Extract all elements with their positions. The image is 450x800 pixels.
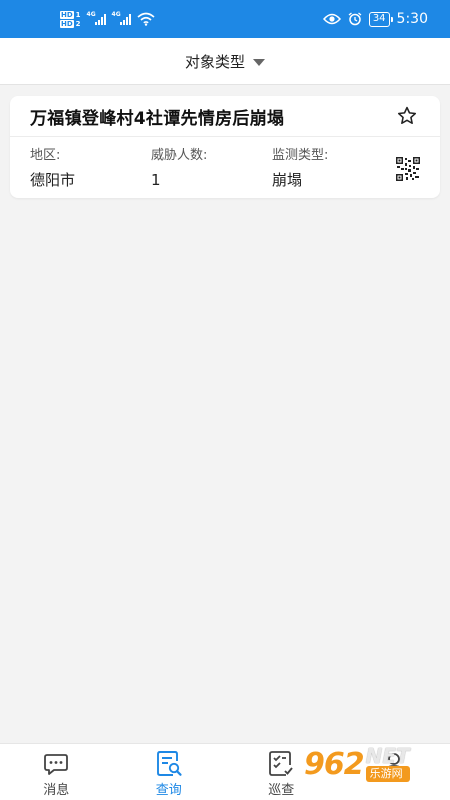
field-label: 威胁人数: xyxy=(151,148,208,163)
watermark-site: 乐游网 xyxy=(365,766,410,782)
nav-label: 查询 xyxy=(155,783,182,798)
watermark-logo: 962 NET 乐游网 xyxy=(304,740,444,788)
qr-code-icon[interactable] xyxy=(396,157,420,181)
watermark-number: 962 xyxy=(304,746,365,782)
nav-label: 巡查 xyxy=(268,783,295,798)
field-label: 监测类型: xyxy=(272,148,329,163)
wifi-icon xyxy=(137,12,155,26)
status-time: 5:30 xyxy=(396,11,428,27)
search-doc-icon xyxy=(156,751,182,776)
caret-down-icon xyxy=(253,58,265,66)
alarm-icon xyxy=(348,12,362,26)
nav-label: 消息 xyxy=(43,783,70,798)
field-value: 1 xyxy=(151,171,161,189)
nav-item-query[interactable]: 查询 xyxy=(113,744,226,800)
hd-indicator: HD 1 HD 2 xyxy=(60,10,81,28)
eye-icon xyxy=(322,13,341,25)
nav-item-messages[interactable]: 消息 xyxy=(0,744,113,800)
status-left: HD 1 HD 2 4G 4G xyxy=(60,10,155,28)
field-value: 崩塌 xyxy=(272,171,303,189)
card-body: 地区: 德阳市 威胁人数: 1 监测类型: 崩塌 xyxy=(10,137,440,198)
status-bar: HD 1 HD 2 4G 4G 34 5:30 xyxy=(0,0,450,38)
watermark-net: NET xyxy=(365,744,410,768)
filter-label: 对象类型 xyxy=(184,52,245,71)
net2-label: 4G xyxy=(111,11,121,18)
result-card[interactable]: 万福镇登峰村4社谭先情房后崩塌 地区: 德阳市 威胁人数: 1 监测类型: 崩塌 xyxy=(10,96,440,198)
field-monitor-type: 监测类型: 崩塌 xyxy=(272,147,328,191)
hd1-label: HD xyxy=(60,10,74,19)
card-header: 万福镇登峰村4社谭先情房后崩塌 xyxy=(10,96,440,137)
net1-label: 4G xyxy=(86,11,96,18)
field-region: 地区: 德阳市 xyxy=(30,147,75,191)
header: 对象类型 xyxy=(0,38,450,85)
object-type-filter[interactable]: 对象类型 xyxy=(185,51,265,72)
message-icon xyxy=(44,754,69,775)
field-label: 地区: xyxy=(30,148,61,163)
hd1-num: 1 xyxy=(75,10,81,19)
signal-icon-2: 4G xyxy=(111,11,131,25)
card-title: 万福镇登峰村4社谭先情房后崩塌 xyxy=(30,108,285,129)
signal-icon: 4G xyxy=(86,11,106,25)
checklist-icon xyxy=(269,751,293,776)
hd2-num: 2 xyxy=(75,19,81,28)
battery-indicator: 34 xyxy=(368,11,393,27)
field-threat-count: 威胁人数: 1 xyxy=(151,147,207,191)
field-value: 德阳市 xyxy=(30,171,76,189)
status-right: 34 5:30 xyxy=(322,11,428,27)
hd2-label: HD xyxy=(60,19,74,28)
watermark-right: NET 乐游网 xyxy=(365,744,410,782)
star-icon[interactable] xyxy=(396,105,418,127)
